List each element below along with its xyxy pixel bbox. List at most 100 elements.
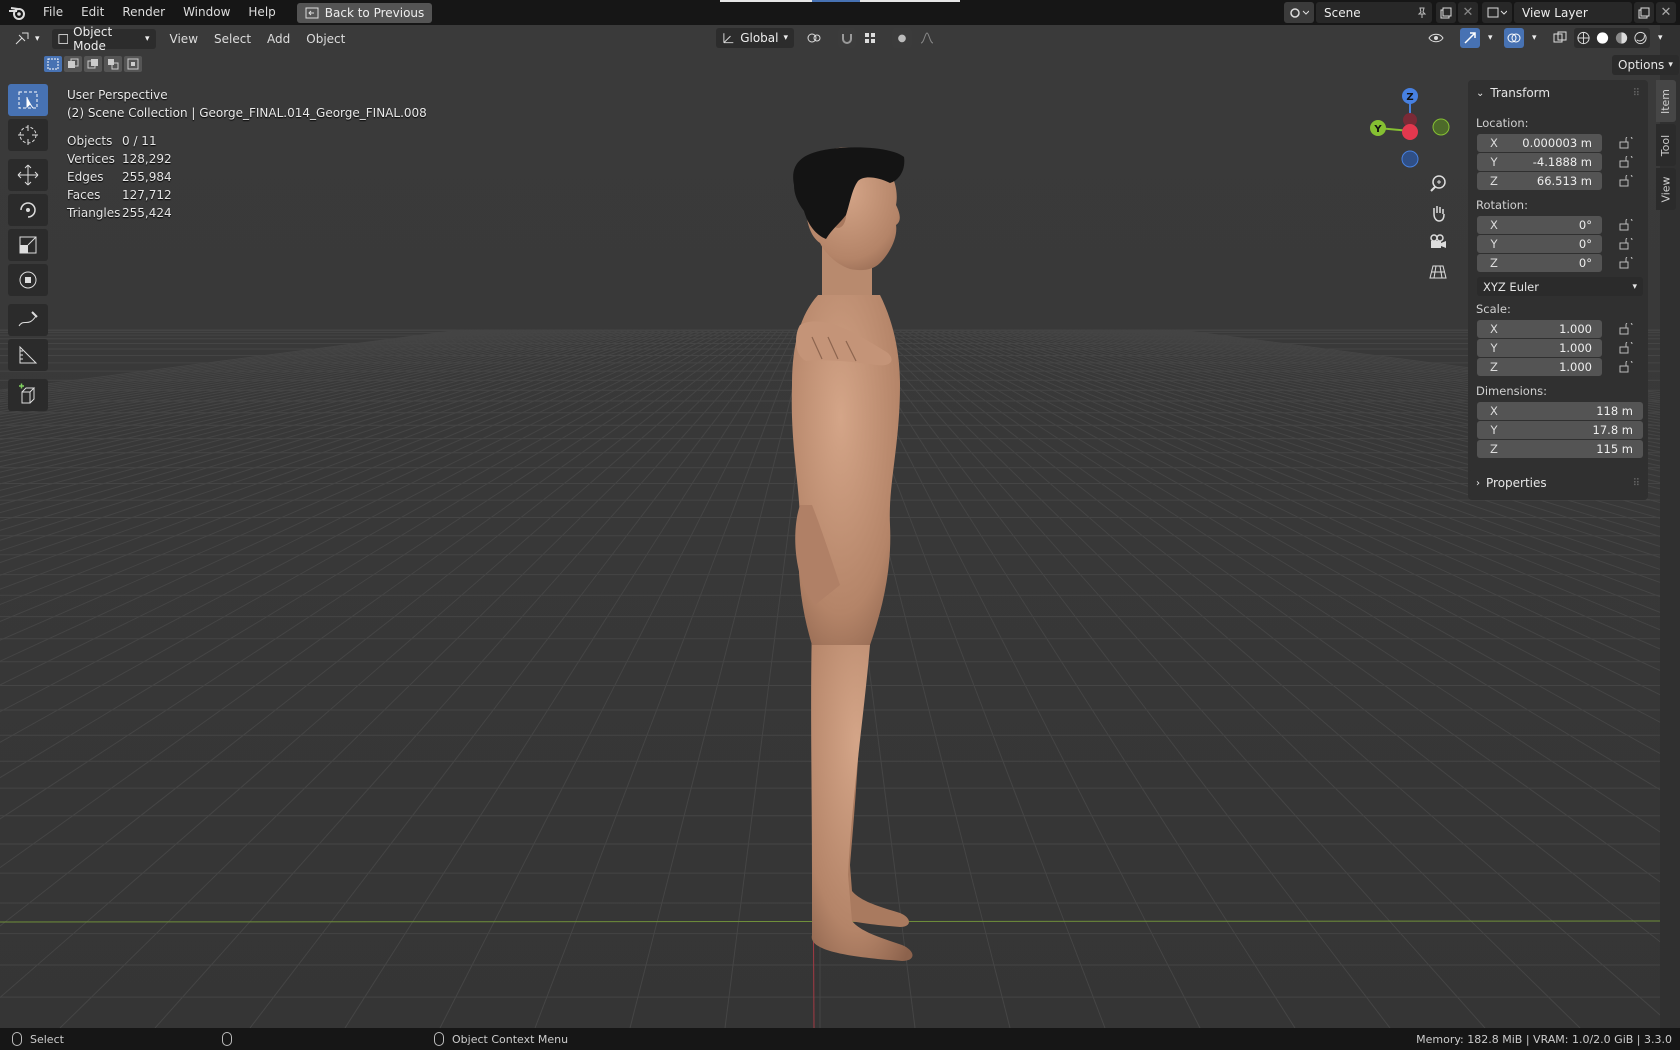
tab-tool-label: Tool xyxy=(1659,134,1673,156)
new-view-layer-button[interactable] xyxy=(1634,2,1654,23)
annotate-tool[interactable] xyxy=(8,304,48,336)
mode-dropdown[interactable]: Object Mode ▾ xyxy=(51,25,156,53)
stat-key: Edges xyxy=(67,170,104,184)
rotate-icon xyxy=(20,202,36,218)
delete-scene-button[interactable]: ✕ xyxy=(1458,2,1478,23)
add-cube-tool[interactable] xyxy=(8,379,48,411)
rotation-z-field[interactable]: Z 0° xyxy=(1477,254,1602,272)
lock-icon[interactable] xyxy=(1619,137,1633,149)
overlays-dropdown[interactable]: ▾ xyxy=(1526,28,1544,48)
rotation-y-value: 0° xyxy=(1578,237,1592,251)
lock-icon[interactable] xyxy=(1619,342,1633,354)
gizmo-neg-z-axis[interactable] xyxy=(1401,150,1419,168)
select-box-tool[interactable] xyxy=(8,84,48,116)
cursor-tool[interactable] xyxy=(8,119,48,151)
lock-icon[interactable] xyxy=(1619,257,1633,269)
camera-view-button[interactable] xyxy=(1425,229,1451,255)
view-layer-browse-button[interactable] xyxy=(1482,2,1512,23)
lock-icon[interactable] xyxy=(1619,361,1633,373)
pan-button[interactable] xyxy=(1425,200,1451,226)
menu-window[interactable]: Window xyxy=(174,0,239,25)
tab-view-label: View xyxy=(1659,175,1673,203)
gizmo-toggle[interactable] xyxy=(1460,28,1480,48)
editor-type-dropdown[interactable]: ▾ xyxy=(8,29,46,49)
3d-viewport[interactable] xyxy=(0,25,1660,1028)
menu-render[interactable]: Render xyxy=(113,0,174,25)
pin-icon[interactable] xyxy=(1416,7,1428,19)
select-extend-mode[interactable] xyxy=(64,56,82,72)
falloff-dropdown[interactable] xyxy=(914,28,946,48)
select-invert-mode[interactable] xyxy=(104,56,122,72)
lock-icon[interactable] xyxy=(1619,238,1633,250)
drag-handle-icon[interactable]: ⠿ xyxy=(1633,88,1640,99)
scale-x-field[interactable]: X 1.000 xyxy=(1477,320,1602,338)
transform-tool[interactable] xyxy=(8,264,48,296)
location-z-field[interactable]: Z 66.513 m xyxy=(1477,172,1602,190)
move-tool[interactable] xyxy=(8,159,48,191)
new-scene-button[interactable] xyxy=(1436,2,1456,23)
lock-icon[interactable] xyxy=(1619,219,1633,231)
tab-tool[interactable]: Tool xyxy=(1656,124,1676,166)
transform-orientation-dropdown[interactable]: Global ▾ xyxy=(716,28,794,48)
rotate-tool[interactable] xyxy=(8,194,48,226)
material-shading-icon[interactable] xyxy=(1614,31,1629,45)
xray-toggle[interactable] xyxy=(1550,28,1570,48)
dimensions-y-field[interactable]: Y 17.8 m xyxy=(1477,421,1643,439)
tab-view[interactable]: View xyxy=(1656,168,1676,210)
object-mode-icon xyxy=(57,33,68,44)
snap-toggle[interactable] xyxy=(838,28,856,48)
tab-item[interactable]: Item xyxy=(1656,80,1676,122)
overlays-toggle[interactable] xyxy=(1504,28,1524,48)
location-x-field[interactable]: X 0.000003 m xyxy=(1477,134,1602,152)
lock-icon[interactable] xyxy=(1619,175,1633,187)
menu-edit[interactable]: Edit xyxy=(72,0,113,25)
scale-tool[interactable] xyxy=(8,229,48,261)
dimensions-z-field[interactable]: Z 115 m xyxy=(1477,440,1643,458)
menu-object[interactable]: Object xyxy=(298,32,353,46)
delete-view-layer-button[interactable]: ✕ xyxy=(1656,2,1676,23)
rendered-shading-icon[interactable] xyxy=(1633,31,1648,45)
solid-shading-icon[interactable] xyxy=(1595,31,1610,45)
menu-select[interactable]: Select xyxy=(206,32,259,46)
navigation-gizmo[interactable]: Z Y xyxy=(1360,84,1450,174)
rotation-x-field[interactable]: X 0° xyxy=(1477,216,1602,234)
select-subtract-mode[interactable] xyxy=(84,56,102,72)
menu-view[interactable]: View xyxy=(162,32,206,46)
properties-panel-header[interactable]: › Properties ⠿ xyxy=(1468,470,1648,496)
proportional-editing-toggle[interactable]: ● xyxy=(892,28,912,48)
menu-add[interactable]: Add xyxy=(259,32,298,46)
gizmo-x-axis[interactable] xyxy=(1402,124,1418,140)
scene-browse-button[interactable] xyxy=(1284,2,1314,23)
select-intersect-mode[interactable] xyxy=(124,56,142,72)
gizmo-dropdown[interactable]: ▾ xyxy=(1482,28,1500,48)
lock-icon[interactable] xyxy=(1619,323,1633,335)
pivot-point-dropdown[interactable] xyxy=(800,28,832,48)
scale-z-field[interactable]: Z 1.000 xyxy=(1477,358,1602,376)
scale-y-field[interactable]: Y 1.000 xyxy=(1477,339,1602,357)
location-y-field[interactable]: Y -4.1888 m xyxy=(1477,153,1602,171)
menu-file[interactable]: File xyxy=(34,0,72,25)
visibility-dropdown[interactable] xyxy=(1422,28,1454,48)
select-new-mode[interactable] xyxy=(44,56,62,72)
wireframe-shading-icon[interactable] xyxy=(1576,31,1591,45)
rotation-y-field[interactable]: Y 0° xyxy=(1477,235,1602,253)
view-layer-name-field[interactable]: View Layer xyxy=(1514,2,1632,23)
scene-name-field[interactable]: Scene xyxy=(1316,2,1432,23)
blender-logo-icon[interactable] xyxy=(0,5,34,21)
dimensions-x-field[interactable]: X 118 m xyxy=(1477,402,1643,420)
snap-target-dropdown[interactable] xyxy=(858,28,888,48)
lock-icon[interactable] xyxy=(1619,156,1633,168)
menu-help[interactable]: Help xyxy=(239,0,284,25)
shading-dropdown[interactable]: ▾ xyxy=(1652,28,1670,48)
transform-panel-header[interactable]: ⌄ Transform ⠿ xyxy=(1468,80,1648,106)
perspective-toggle-button[interactable] xyxy=(1425,259,1451,285)
measure-tool[interactable] xyxy=(8,339,48,371)
gizmo-neg-y-axis[interactable] xyxy=(1432,118,1450,136)
zoom-button[interactable] xyxy=(1425,170,1451,196)
options-dropdown[interactable]: Options ▾ xyxy=(1612,55,1679,75)
rotation-mode-dropdown[interactable]: XYZ Euler ▾ xyxy=(1477,277,1643,296)
drag-handle-icon[interactable]: ⠿ xyxy=(1633,478,1640,489)
back-to-previous-button[interactable]: Back to Previous xyxy=(296,2,433,23)
select-subtract-icon xyxy=(87,59,98,69)
options-label: Options xyxy=(1618,58,1665,72)
